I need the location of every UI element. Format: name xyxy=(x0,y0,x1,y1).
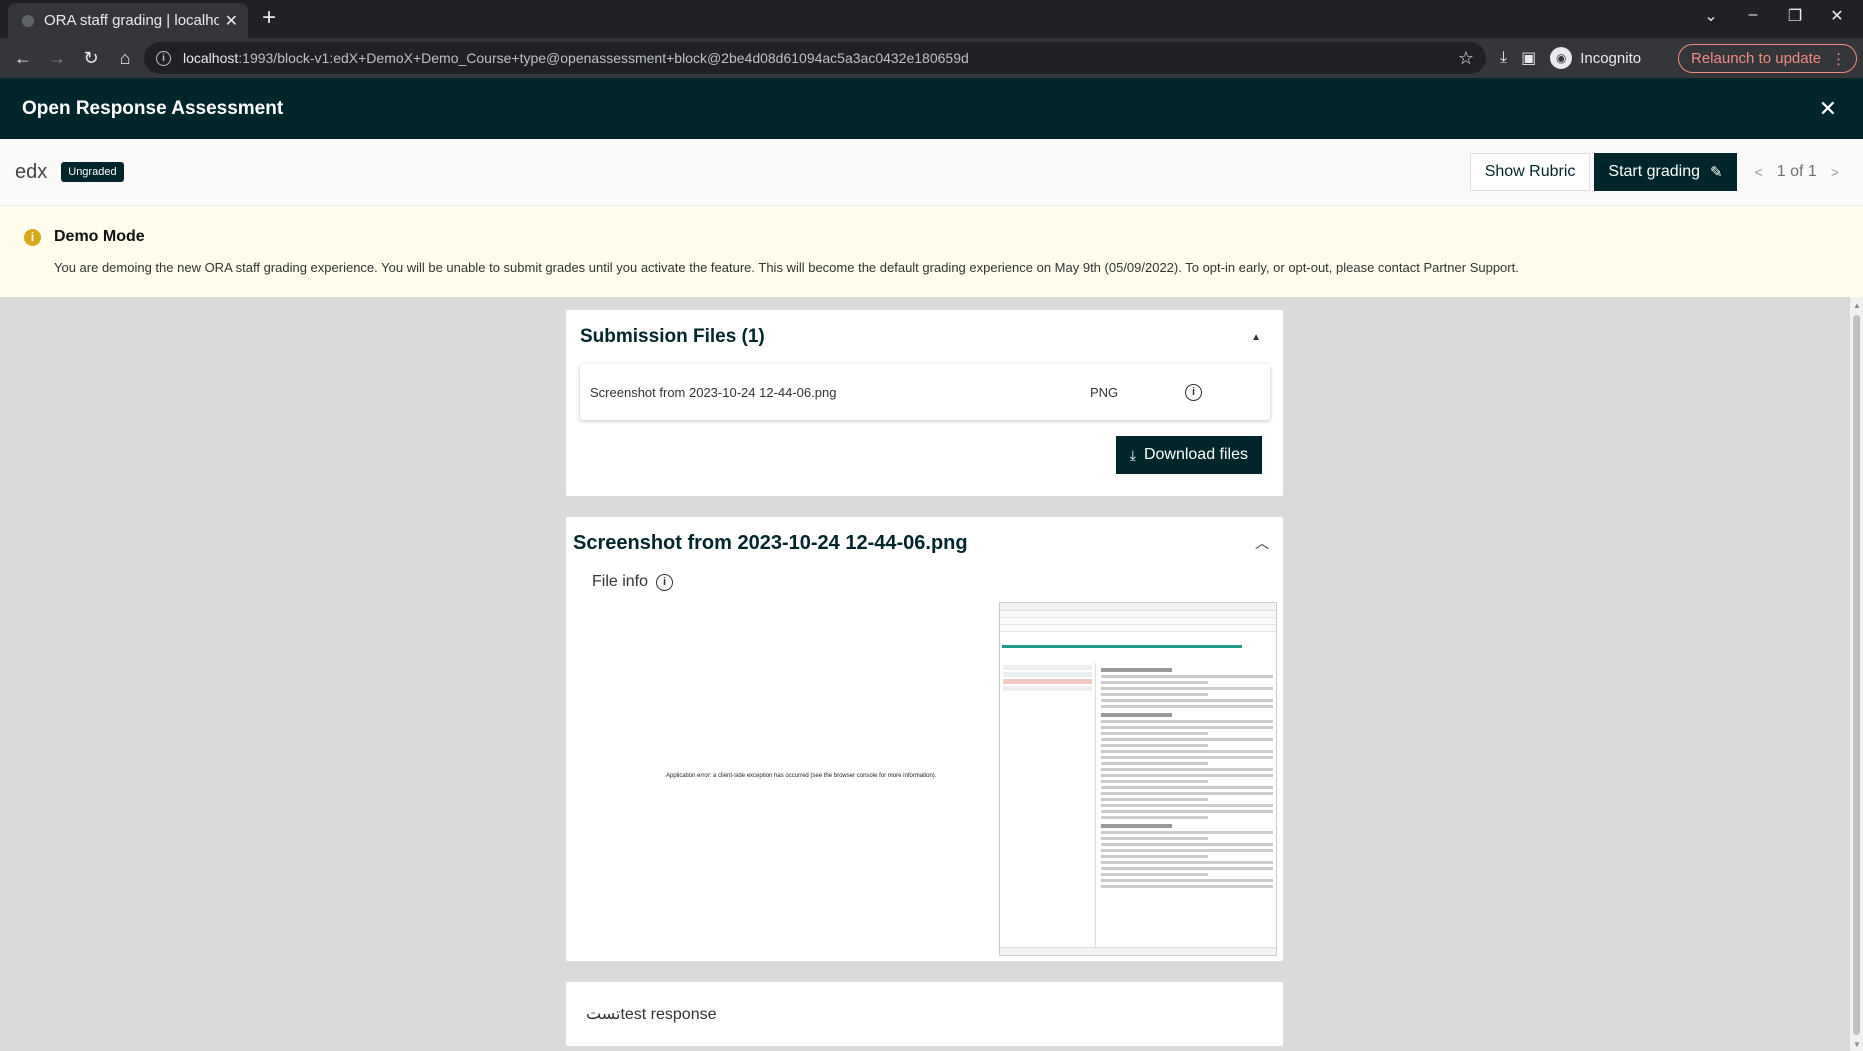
file-row: Screenshot from 2023-10-24 12-44-06.png … xyxy=(580,364,1270,420)
tab-search-icon[interactable]: ⌄ xyxy=(1701,6,1721,26)
window-controls: ⌄ – ❐ ✕ xyxy=(1701,6,1847,26)
response-text: تستtest response xyxy=(586,1006,717,1023)
previous-submission-icon[interactable]: < xyxy=(1755,164,1763,180)
url-text: localhost:1993/block-v1:edX+DemoX+Demo_C… xyxy=(183,50,1458,66)
tab-favicon-icon xyxy=(22,14,34,27)
back-icon[interactable]: ← xyxy=(6,48,40,69)
close-window-icon[interactable]: ✕ xyxy=(1827,6,1847,26)
scrollbar[interactable]: ▲ ▼ xyxy=(1850,297,1863,1051)
demo-title-row: i Demo Mode xyxy=(24,228,1839,246)
browser-tab-bar: ORA staff grading | localhost ✕ + ⌄ – ❐ … xyxy=(0,0,1863,38)
file-info-tooltip-icon[interactable]: i xyxy=(656,573,674,591)
file-info-label: File info xyxy=(592,573,649,590)
tab-title: ORA staff grading | localhost xyxy=(44,12,219,29)
relaunch-button[interactable]: Relaunch to update ⋮ xyxy=(1678,44,1858,73)
browser-tab[interactable]: ORA staff grading | localhost ✕ xyxy=(8,3,248,38)
incognito-icon: ◉ xyxy=(1550,47,1573,69)
reload-icon[interactable]: ↻ xyxy=(74,48,108,69)
start-grading-button[interactable]: Start grading ✎ xyxy=(1594,153,1737,191)
incognito-indicator[interactable]: ◉ Incognito xyxy=(1550,47,1641,69)
file-info: File info i xyxy=(592,573,674,591)
incognito-label: Incognito xyxy=(1580,49,1642,67)
url-host: localhost xyxy=(183,50,239,66)
close-icon[interactable]: ✕ xyxy=(1819,96,1837,122)
response-card: تستtest response xyxy=(565,981,1284,1047)
restore-icon[interactable]: ❐ xyxy=(1785,6,1805,26)
scroll-up-icon[interactable]: ▲ xyxy=(1853,301,1861,310)
subheader-actions: Show Rubric Start grading ✎ < 1 of 1 > xyxy=(1469,153,1839,191)
tab-close-icon[interactable]: ✕ xyxy=(225,11,238,31)
side-panel-icon[interactable]: ▣ xyxy=(1521,48,1536,68)
show-rubric-button[interactable]: Show Rubric xyxy=(1469,153,1591,191)
submission-pager: < 1 of 1 > xyxy=(1755,163,1839,181)
more-menu-icon: ⋮ xyxy=(1831,50,1847,68)
pencil-icon: ✎ xyxy=(1710,164,1723,181)
chevron-up-icon[interactable]: ︿ xyxy=(1255,533,1269,553)
download-files-label: Download files xyxy=(1143,446,1248,463)
demo-mode-banner: i Demo Mode You are demoing the new ORA … xyxy=(0,206,1863,297)
site-info-icon[interactable]: i xyxy=(156,50,171,66)
toolbar-right: ⤓ ▣ ◉ Incognito xyxy=(1500,38,1641,78)
submission-files-card: Submission Files (1) ▲ Screenshot from 2… xyxy=(565,309,1284,497)
submission-files-title: Submission Files (1) xyxy=(580,326,765,347)
file-name: Screenshot from 2023-10-24 12-44-06.png xyxy=(590,384,837,400)
demo-text: You are demoing the new ORA staff gradin… xyxy=(54,260,1519,275)
forward-icon[interactable]: → xyxy=(40,48,74,69)
demo-title: Demo Mode xyxy=(54,228,145,245)
relaunch-label: Relaunch to update xyxy=(1691,50,1822,67)
file-preview-card: Screenshot from 2023-10-24 12-44-06.png … xyxy=(565,516,1284,962)
file-preview-header[interactable]: Screenshot from 2023-10-24 12-44-06.png … xyxy=(573,525,1273,561)
pager-text: 1 of 1 xyxy=(1776,163,1817,180)
bookmark-star-icon[interactable]: ☆ xyxy=(1458,48,1474,69)
file-preview-title: Screenshot from 2023-10-24 12-44-06.png xyxy=(573,531,968,554)
learner-username: edx xyxy=(15,160,48,183)
download-files-button[interactable]: ⤓ Download files xyxy=(1115,436,1262,474)
home-icon[interactable]: ⌂ xyxy=(108,48,142,69)
submission-subheader: edx Ungraded Show Rubric Start grading ✎… xyxy=(0,139,1863,206)
preview-error-text: Application error: a client-side excepti… xyxy=(666,773,937,779)
new-tab-button[interactable]: + xyxy=(262,6,276,30)
screenshot-preview-image xyxy=(999,602,1277,956)
info-icon: i xyxy=(24,228,41,246)
status-badge: Ungraded xyxy=(61,162,124,182)
scroll-thumb[interactable] xyxy=(1853,315,1860,1035)
next-submission-icon[interactable]: > xyxy=(1831,164,1839,180)
minimize-icon[interactable]: – xyxy=(1743,6,1763,26)
url-path: :1993/block-v1:edX+DemoX+Demo_Course+typ… xyxy=(238,50,969,66)
file-info-icon[interactable]: i xyxy=(1185,383,1202,401)
start-grading-label: Start grading xyxy=(1608,163,1701,180)
scroll-down-icon[interactable]: ▼ xyxy=(1853,1040,1861,1049)
download-icon: ⤓ xyxy=(1129,446,1136,463)
page-title: Open Response Assessment xyxy=(22,97,284,119)
app-header: Open Response Assessment ✕ xyxy=(0,78,1863,139)
download-icon[interactable]: ⤓ xyxy=(1500,49,1507,67)
browser-toolbar: ← → ↻ ⌂ i localhost:1993/block-v1:edX+De… xyxy=(0,38,1863,78)
file-type: PNG xyxy=(1090,384,1119,400)
collapse-caret-icon[interactable]: ▲ xyxy=(1251,332,1261,343)
address-bar[interactable]: i localhost:1993/block-v1:edX+DemoX+Demo… xyxy=(144,42,1486,74)
